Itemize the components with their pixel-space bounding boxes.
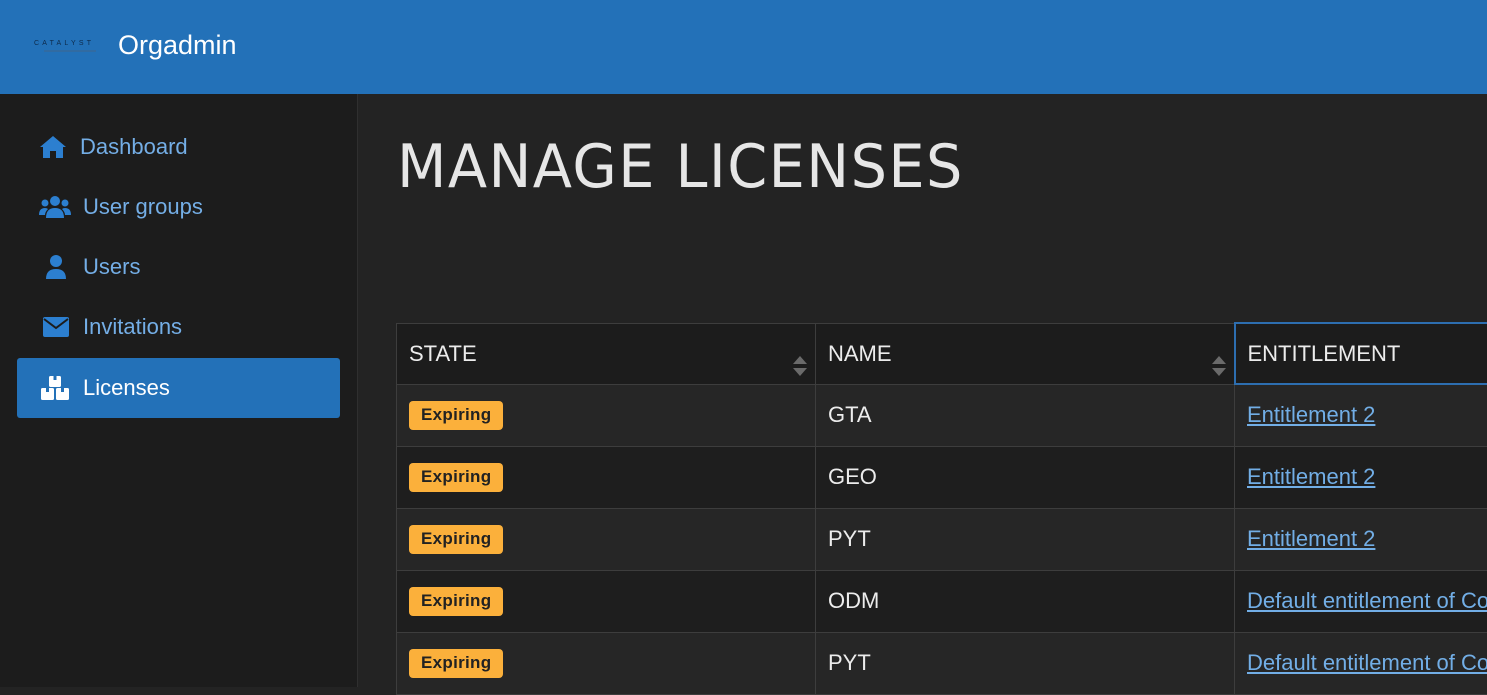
name-cell: GEO bbox=[816, 446, 1235, 508]
name-cell: ODM bbox=[816, 570, 1235, 632]
status-badge: Expiring bbox=[409, 401, 503, 430]
sort-icon[interactable] bbox=[1212, 355, 1226, 377]
column-header-label: STATE bbox=[409, 341, 477, 366]
status-badge: Expiring bbox=[409, 463, 503, 492]
sidebar-item-invitations[interactable]: Invitations bbox=[17, 297, 340, 357]
sort-icon[interactable] bbox=[793, 355, 807, 377]
table-row[interactable]: Expiring PYT Default entitlement of Co bbox=[397, 632, 1487, 694]
boxes-icon bbox=[41, 375, 69, 401]
entitlement-cell: Entitlement 2 bbox=[1235, 446, 1487, 508]
status-badge: Expiring bbox=[409, 649, 503, 678]
sidebar-item-users[interactable]: Users bbox=[17, 237, 340, 297]
entitlement-link[interactable]: Entitlement 2 bbox=[1247, 526, 1375, 551]
table-row[interactable]: Expiring GEO Entitlement 2 bbox=[397, 446, 1487, 508]
table-row[interactable]: Expiring ODM Default entitlement of Co bbox=[397, 570, 1487, 632]
column-header-state[interactable]: STATE bbox=[397, 323, 816, 384]
page-title: MANAGE LICENSES bbox=[397, 132, 964, 202]
entitlement-cell: Entitlement 2 bbox=[1235, 508, 1487, 570]
sidebar-item-label: Users bbox=[83, 254, 140, 280]
column-header-entitlement[interactable]: ENTITLEMENT bbox=[1235, 323, 1487, 384]
table-row[interactable]: Expiring GTA Entitlement 2 bbox=[397, 384, 1487, 446]
entitlement-link[interactable]: Entitlement 2 bbox=[1247, 464, 1375, 489]
sidebar-item-label: Licenses bbox=[83, 375, 170, 401]
users-icon bbox=[39, 195, 71, 219]
name-cell: GTA bbox=[816, 384, 1235, 446]
entitlement-link[interactable]: Default entitlement of Co bbox=[1247, 650, 1487, 675]
state-cell: Expiring bbox=[397, 508, 816, 570]
column-header-label: NAME bbox=[828, 341, 892, 366]
table-row[interactable]: Expiring PYT Entitlement 2 bbox=[397, 508, 1487, 570]
home-icon bbox=[39, 135, 67, 159]
column-header-label: ENTITLEMENT bbox=[1248, 341, 1401, 366]
licenses-table: STATE NAME ENTITLEMENT Expiring GTA bbox=[396, 322, 1487, 695]
app-title[interactable]: Orgadmin bbox=[118, 30, 237, 61]
sidebar-item-user-groups[interactable]: User groups bbox=[17, 177, 340, 237]
entitlement-cell: Default entitlement of Co bbox=[1235, 570, 1487, 632]
entitlement-cell: Entitlement 2 bbox=[1235, 384, 1487, 446]
sidebar-item-dashboard[interactable]: Dashboard bbox=[17, 117, 340, 177]
sidebar-item-label: Invitations bbox=[83, 314, 182, 340]
entitlement-cell: Default entitlement of Co bbox=[1235, 632, 1487, 694]
state-cell: Expiring bbox=[397, 570, 816, 632]
name-cell: PYT bbox=[816, 632, 1235, 694]
column-header-name[interactable]: NAME bbox=[816, 323, 1235, 384]
table-header-row: STATE NAME ENTITLEMENT bbox=[397, 323, 1487, 384]
entitlement-link[interactable]: Default entitlement of Co bbox=[1247, 588, 1487, 613]
status-badge: Expiring bbox=[409, 587, 503, 616]
envelope-icon bbox=[43, 317, 69, 337]
state-cell: Expiring bbox=[397, 446, 816, 508]
name-cell: PYT bbox=[816, 508, 1235, 570]
sidebar-item-label: Dashboard bbox=[80, 134, 188, 160]
status-badge: Expiring bbox=[409, 525, 503, 554]
sidebar-item-label: User groups bbox=[83, 194, 203, 220]
entitlement-link[interactable]: Entitlement 2 bbox=[1247, 402, 1375, 427]
logo-text: CATALYST bbox=[34, 40, 110, 47]
state-cell: Expiring bbox=[397, 384, 816, 446]
catalyst-logo[interactable]: CATALYST bbox=[34, 40, 110, 56]
logo-tagline-line bbox=[44, 50, 96, 52]
user-icon bbox=[45, 255, 67, 279]
state-cell: Expiring bbox=[397, 632, 816, 694]
sidebar: Dashboard User groups Users bbox=[0, 94, 358, 687]
app-header: CATALYST Orgadmin bbox=[0, 0, 1487, 94]
sidebar-item-licenses[interactable]: Licenses bbox=[17, 358, 340, 418]
